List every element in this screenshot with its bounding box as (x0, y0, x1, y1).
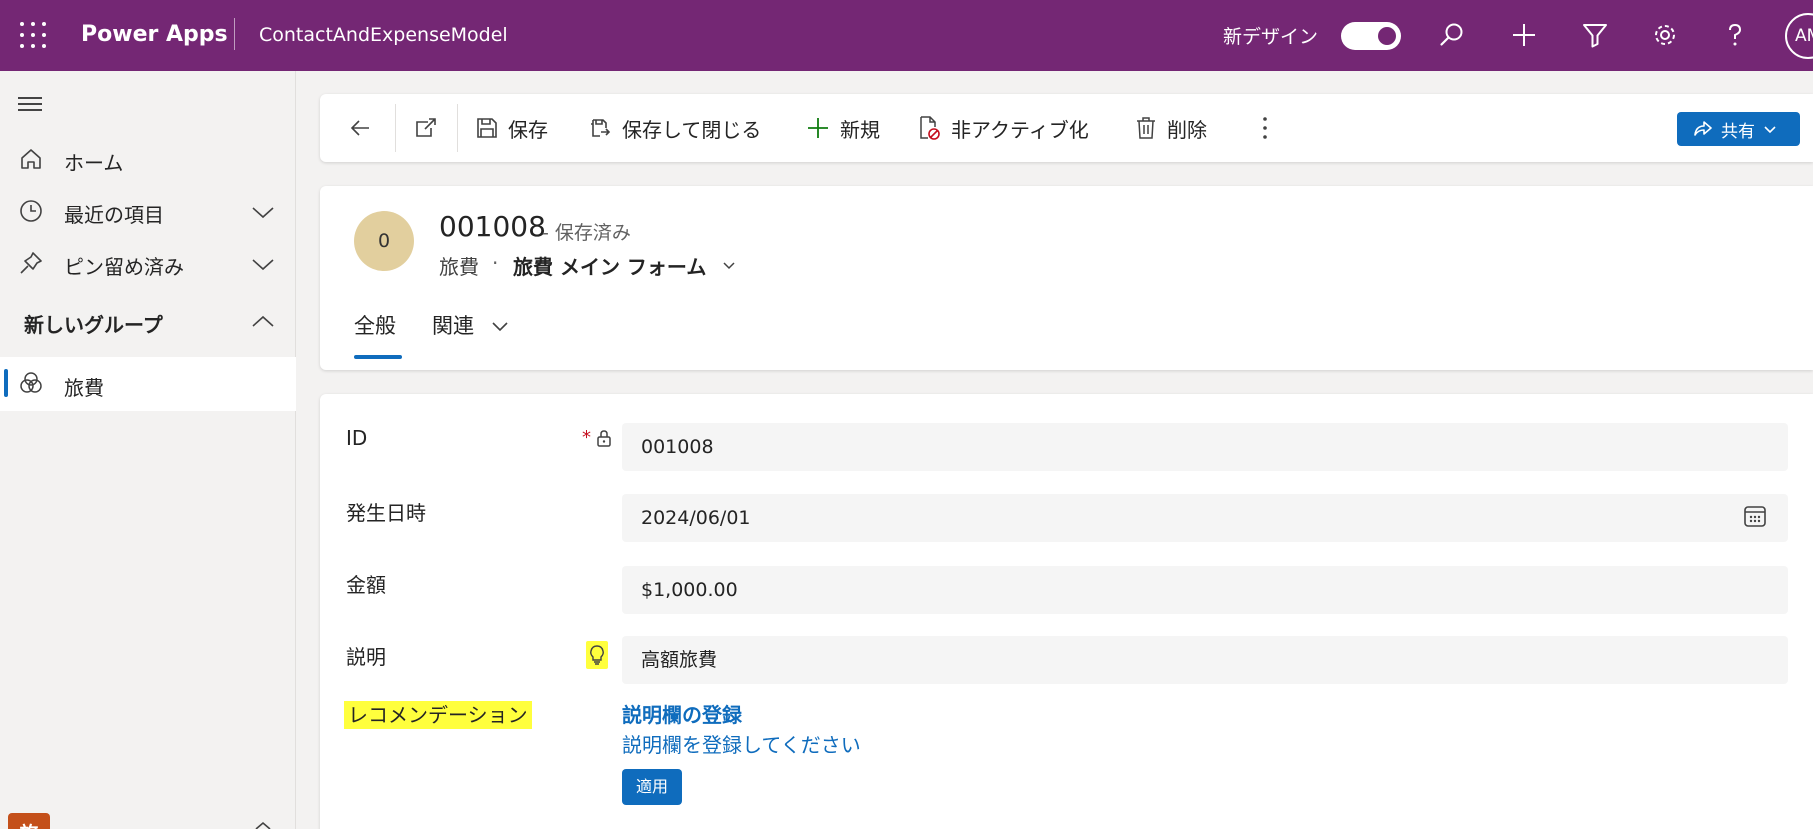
delete-button[interactable]: 削除 (1135, 108, 1207, 148)
sidebar-item-label: ホーム (64, 151, 124, 175)
form-section: ID * 001008 発生日時 2024/06/01 金額 $1,000.00… (320, 394, 1813, 829)
clock-icon (20, 200, 42, 222)
chevron-down-icon (1764, 126, 1776, 134)
trash-icon (1137, 117, 1155, 139)
amount-field[interactable]: $1,000.00 (622, 566, 1788, 614)
record-save-status: - 保存済み (542, 222, 631, 244)
deactivate-label: 非アクティブ化 (951, 117, 1089, 142)
lightbulb-icon[interactable] (586, 641, 608, 669)
sidebar-item-label: 旅費 (64, 376, 104, 400)
field-label-amount: 金額 (346, 573, 386, 597)
apply-button[interactable]: 適用 (622, 769, 682, 805)
field-label-description: 説明 (346, 645, 386, 669)
required-indicator: * (582, 427, 591, 448)
save-icon (477, 118, 497, 138)
sidebar-item-pinned[interactable]: ピン留め済み (0, 239, 296, 287)
header-divider (234, 18, 235, 50)
chevron-down-icon[interactable] (720, 256, 738, 274)
sidebar: ホーム 最近の項目 ピン留め済み 新しいグループ 旅費 旅 旅費 (0, 71, 296, 829)
date-field[interactable]: 2024/06/01 (622, 494, 1788, 542)
deactivate-button[interactable]: 非アクティブ化 (917, 108, 1089, 148)
sidebar-item-home[interactable]: ホーム (0, 135, 296, 183)
chevron-down-icon[interactable] (250, 199, 276, 225)
chevron-down-icon[interactable] (490, 316, 510, 336)
top-bar: Power Apps ContactAndExpenseModel 新デザイン … (0, 0, 1813, 71)
plus-icon[interactable] (1506, 17, 1542, 53)
app-launcher-icon[interactable] (20, 22, 46, 48)
search-icon[interactable] (1434, 17, 1470, 53)
recommendation-label: レコメンデーション (344, 701, 532, 729)
more-commands-button[interactable] (1250, 108, 1280, 148)
field-label-id: ID (346, 426, 368, 450)
plus-icon (808, 118, 828, 138)
save-label: 保存 (508, 117, 548, 142)
area-switcher[interactable]: 旅 旅費 (0, 796, 296, 829)
recommendation-text: 説明欄を登録してください (622, 733, 861, 757)
arrow-left-icon (350, 120, 369, 136)
chevron-up-icon[interactable] (250, 309, 276, 335)
sidebar-group-header[interactable]: 新しいグループ (0, 297, 296, 345)
model-name[interactable]: ContactAndExpenseModel (259, 24, 508, 46)
record-header: 0 001008 - 保存済み 旅費 · 旅費 メイン フォーム 全般 関連 (320, 186, 1813, 370)
open-new-window-button[interactable] (406, 108, 446, 148)
toggle-knob (1378, 27, 1396, 45)
chevron-down-icon[interactable] (250, 251, 276, 277)
save-and-close-button[interactable]: 保存して閉じる (588, 108, 761, 148)
sidebar-item-expense[interactable]: 旅費 (0, 357, 296, 411)
expense-icon (20, 372, 42, 393)
save-button[interactable]: 保存 (476, 108, 548, 148)
record-title: 001008 (439, 210, 546, 243)
sidebar-item-label: ピン留め済み (64, 255, 184, 279)
sidebar-item-recent[interactable]: 最近の項目 (0, 187, 296, 235)
new-label: 新規 (840, 117, 880, 142)
popout-icon (416, 118, 436, 137)
help-icon[interactable] (1717, 17, 1753, 53)
tab-related[interactable]: 関連 (432, 310, 474, 340)
save-and-close-label: 保存して閉じる (622, 117, 762, 142)
home-icon (21, 149, 41, 169)
tab-general[interactable]: 全般 (354, 310, 396, 340)
delete-label: 削除 (1167, 117, 1207, 142)
record-avatar: 0 (354, 211, 414, 271)
share-button[interactable]: 共有 (1677, 112, 1800, 146)
new-design-toggle[interactable] (1341, 22, 1401, 50)
pin-icon (20, 252, 42, 274)
recommendation-title: 説明欄の登録 (622, 703, 742, 727)
command-bar: 保存 保存して閉じる 新規 非アクティブ化 削除 共有 (320, 94, 1813, 162)
field-label-date: 発生日時 (346, 501, 426, 525)
new-button[interactable]: 新規 (806, 108, 880, 148)
user-avatar[interactable]: AM (1785, 13, 1813, 59)
active-tab-indicator (354, 355, 402, 359)
separator-dot: · (492, 251, 499, 275)
gear-icon[interactable] (1647, 17, 1683, 53)
id-field[interactable]: 001008 (622, 423, 1788, 471)
calendar-icon[interactable] (1743, 504, 1767, 528)
area-badge: 旅 (8, 813, 50, 829)
save-close-icon (591, 119, 611, 137)
back-button[interactable] (340, 108, 380, 148)
app-name[interactable]: Power Apps (81, 22, 228, 47)
share-label: 共有 (1721, 121, 1755, 142)
hamburger-icon[interactable] (18, 95, 44, 113)
filter-icon[interactable] (1577, 17, 1613, 53)
more-vertical-icon (1263, 117, 1267, 139)
description-field[interactable]: 高額旅費 (622, 636, 1788, 684)
chevron-updown-icon[interactable] (250, 818, 276, 829)
new-design-label: 新デザイン (1223, 26, 1319, 48)
sidebar-item-label: 最近の項目 (64, 203, 164, 227)
share-icon (1694, 121, 1712, 136)
command-divider (457, 104, 458, 152)
sidebar-group-label: 新しいグループ (24, 313, 163, 337)
lock-icon (597, 430, 611, 447)
form-selector[interactable]: 旅費 メイン フォーム (513, 251, 706, 280)
command-divider (395, 104, 396, 152)
deactivate-icon (920, 116, 940, 140)
record-entity: 旅費 (439, 255, 479, 279)
selection-indicator (4, 369, 8, 397)
